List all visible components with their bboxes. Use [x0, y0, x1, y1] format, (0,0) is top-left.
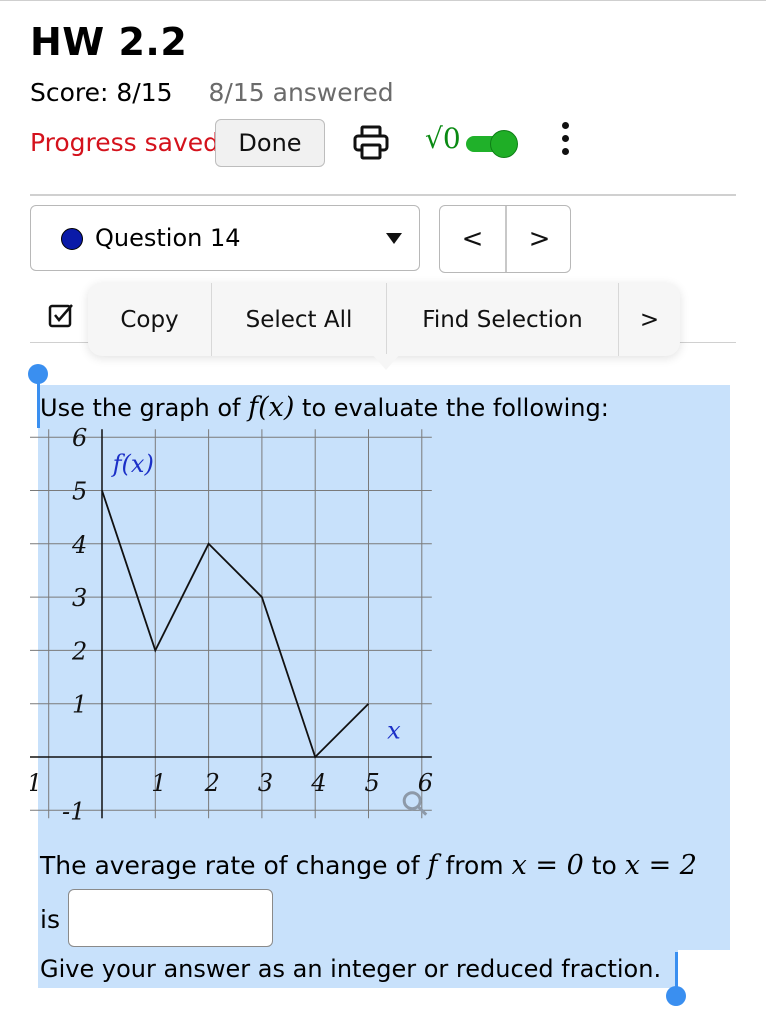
- checkbox-icon[interactable]: [48, 302, 74, 328]
- x-tick-label: 2: [204, 769, 220, 797]
- selection-end-handle[interactable]: [666, 986, 686, 1006]
- question-status-dot-icon: [61, 228, 83, 250]
- header-divider: [30, 194, 736, 196]
- x-tick-label: 4: [310, 769, 326, 797]
- y-tick-label: 2: [71, 637, 87, 665]
- is-label: is: [40, 905, 60, 934]
- rate-end: x = 2: [624, 850, 697, 881]
- function-graph: -1 1 2 3 4 5 6 -1 1 2 3 4 5 6 f(x) x: [30, 425, 433, 825]
- x-axis-label: x: [387, 716, 401, 744]
- math-toggle-switch[interactable]: [466, 130, 518, 158]
- assignment-title: HW 2.2: [30, 20, 188, 64]
- context-find-selection[interactable]: Find Selection: [387, 283, 619, 356]
- printer-icon[interactable]: [352, 124, 390, 162]
- next-question-button[interactable]: >: [507, 206, 572, 272]
- score-text: Score: 8/15: [30, 78, 173, 107]
- prompt-text-after: to evaluate the following:: [294, 394, 609, 422]
- x-tick-label: 6: [418, 769, 433, 797]
- previous-question-button[interactable]: <: [440, 206, 505, 272]
- prompt-function: f(x): [248, 392, 295, 423]
- function-curve: [101, 490, 370, 759]
- y-tick-label: 4: [71, 531, 87, 559]
- rate-text-1: The average rate of change of: [40, 851, 428, 880]
- rate-question: The average rate of change of f from x =…: [40, 850, 697, 881]
- rate-text-2: from: [437, 851, 512, 880]
- question-prompt: Use the graph of f(x) to evaluate the fo…: [40, 392, 609, 423]
- question-nav-group: < >: [439, 205, 571, 273]
- question-select[interactable]: Question 14: [30, 205, 420, 271]
- toggle-knob: [490, 130, 518, 158]
- rate-start: x = 0: [511, 850, 584, 881]
- context-select-all[interactable]: Select All: [212, 283, 387, 356]
- context-menu: Copy Select All Find Selection >: [88, 283, 680, 356]
- magnifier-icon: [402, 791, 422, 811]
- x-tick-label: -1: [30, 769, 42, 797]
- answer-hint: Give your answer as an integer or reduce…: [40, 955, 662, 983]
- progress-status: Progress saved: [30, 128, 220, 157]
- context-menu-pointer: [372, 354, 400, 370]
- done-button[interactable]: Done: [215, 119, 325, 167]
- kebab-menu-icon[interactable]: [558, 122, 572, 162]
- y-tick-label: 1: [72, 691, 87, 719]
- answered-count: 8/15 answered: [208, 78, 394, 107]
- rate-function: f: [427, 850, 438, 881]
- y-tick-label: 3: [72, 584, 87, 612]
- context-more-button[interactable]: >: [619, 283, 680, 356]
- prompt-text-before: Use the graph of: [40, 394, 249, 422]
- math-toggle-label: √0: [425, 122, 461, 155]
- score-row: Score: 8/15 8/15 answered: [30, 78, 394, 107]
- context-copy[interactable]: Copy: [88, 283, 212, 356]
- question-select-label: Question 14: [95, 224, 241, 252]
- y-tick-label: 6: [72, 425, 87, 452]
- y-tick-label: 5: [72, 478, 87, 506]
- x-tick-label: 3: [258, 769, 273, 797]
- x-tick-label: 5: [365, 769, 380, 797]
- answer-input[interactable]: [68, 889, 273, 947]
- rate-text-3: to: [583, 851, 625, 880]
- function-label: f(x): [111, 450, 154, 478]
- top-divider: [0, 0, 766, 1]
- x-tick-label: 1: [151, 769, 166, 797]
- chevron-down-icon: [386, 233, 402, 244]
- y-tick-label: -1: [62, 797, 85, 825]
